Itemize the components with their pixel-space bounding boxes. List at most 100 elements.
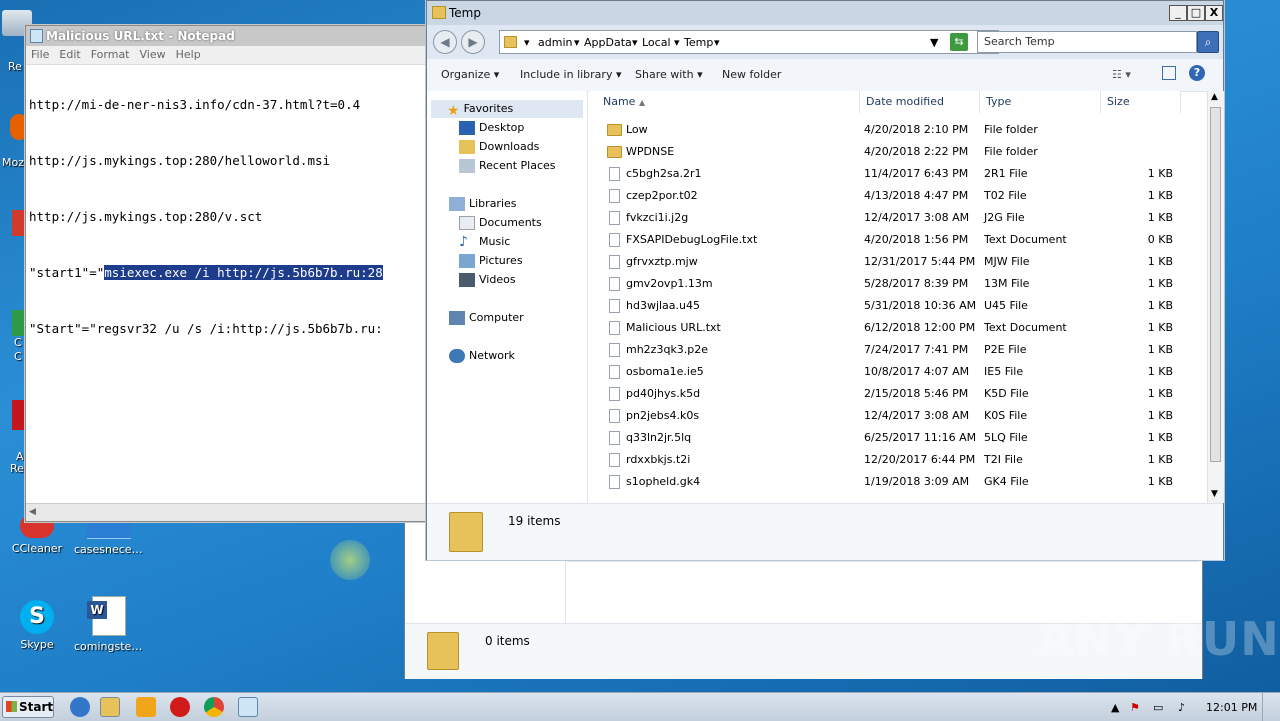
breadcrumb-appdata[interactable]: AppData bbox=[584, 36, 632, 49]
file-name: WPDNSE bbox=[626, 145, 675, 158]
file-row[interactable]: Malicious URL.txt 6/12/2018 12:00 PM Text … bbox=[589, 317, 1205, 339]
column-header-name[interactable]: Name ▲ bbox=[589, 91, 860, 113]
notepad-horizontal-scrollbar[interactable]: ◀ bbox=[26, 503, 426, 521]
back-button[interactable]: ◀ bbox=[433, 30, 457, 54]
maximize-button[interactable]: □ bbox=[1187, 5, 1205, 21]
nav-desktop[interactable]: Desktop bbox=[459, 119, 524, 137]
refresh-icon[interactable]: ⇆ bbox=[950, 33, 968, 51]
start-button[interactable]: Start bbox=[2, 696, 54, 718]
desktop-edge-icon-c1[interactable] bbox=[0, 206, 26, 256]
nav-computer[interactable]: Computer bbox=[449, 309, 524, 327]
desktop-icon-comingsteel[interactable]: W comingsteel... bbox=[74, 596, 144, 653]
file-row[interactable]: FXSAPIDebugLogFile.txt 4/20/2018 1:56 PM T… bbox=[589, 229, 1205, 251]
menu-help[interactable]: Help bbox=[171, 46, 206, 63]
file-row[interactable]: hd3wjlaa.u45 5/31/2018 10:36 AM U45 File 1 … bbox=[589, 295, 1205, 317]
breadcrumb-admin[interactable]: admin bbox=[538, 36, 572, 49]
nav-recent-places[interactable]: Recent Places bbox=[459, 157, 556, 175]
desktop-edge-icon-re[interactable]: Re bbox=[0, 4, 32, 74]
search-input[interactable]: Search Temp bbox=[977, 31, 1197, 53]
media-player-icon[interactable] bbox=[136, 697, 156, 717]
column-header-size[interactable]: Size bbox=[1101, 91, 1181, 113]
nav-network[interactable]: Network bbox=[449, 347, 515, 365]
nav-downloads[interactable]: Downloads bbox=[459, 138, 539, 156]
file-row[interactable]: gmv2ovp1.13m 5/28/2017 8:39 PM 13M File 1 K… bbox=[589, 273, 1205, 295]
minimize-button[interactable]: _ bbox=[1169, 5, 1187, 21]
file-row[interactable]: fvkzci1i.j2g 12/4/2017 3:08 AM J2G File 1 K… bbox=[589, 207, 1205, 229]
explorer-titlebar[interactable]: Temp _ □ X bbox=[427, 1, 1223, 25]
file-explorer-taskbar-icon[interactable] bbox=[100, 697, 120, 717]
notepad-window[interactable]: Malicious URL.txt - Notepad File Edit Form… bbox=[25, 25, 427, 522]
file-row[interactable]: Low 4/20/2018 2:10 PM File folder bbox=[589, 119, 1205, 141]
forward-button[interactable]: ▶ bbox=[461, 30, 485, 54]
file-row[interactable]: czep2por.t02 4/13/2018 4:47 PM T02 File 1 K… bbox=[589, 185, 1205, 207]
column-header-date-modified[interactable]: Date modified bbox=[860, 91, 980, 113]
notepad-taskbar-icon[interactable] bbox=[238, 697, 258, 717]
file-list-vertical-scrollbar[interactable]: ▲ ▼ bbox=[1207, 91, 1224, 503]
network-tray-icon[interactable]: ▭ bbox=[1153, 701, 1163, 714]
scroll-up-arrow-icon[interactable]: ▲ bbox=[1211, 92, 1218, 102]
menu-format[interactable]: Format bbox=[86, 46, 135, 63]
file-row[interactable]: q33ln2jr.5lq 6/25/2017 11:16 AM 5LQ File 1 … bbox=[589, 427, 1205, 449]
nav-documents[interactable]: Documents bbox=[459, 214, 542, 232]
volume-icon[interactable]: ♪ bbox=[1178, 701, 1185, 714]
view-options-icon[interactable]: ☷ ▾ bbox=[1112, 68, 1131, 81]
desktop-icon-skype[interactable]: S Skype bbox=[2, 600, 72, 651]
nav-favorites[interactable]: ★ Favorites bbox=[431, 100, 583, 119]
clock[interactable]: 12:01 PM bbox=[1206, 701, 1257, 714]
notepad-text-area[interactable]: http://mi-de-ner-nis3.info/cdn-37.html?t… bbox=[29, 66, 426, 503]
breadcrumb-separator-icon[interactable]: ▾ bbox=[574, 36, 580, 49]
chrome-icon[interactable] bbox=[204, 697, 224, 717]
file-row[interactable]: c5bgh2sa.2r1 11/4/2017 6:43 PM 2R1 File 1 K… bbox=[589, 163, 1205, 185]
chrome-icon bbox=[12, 310, 26, 336]
menu-edit[interactable]: Edit bbox=[54, 46, 85, 63]
show-hidden-icons-icon[interactable]: ▲ bbox=[1111, 701, 1119, 714]
menu-view[interactable]: View bbox=[135, 46, 171, 63]
scroll-left-arrow-icon[interactable]: ◀ bbox=[29, 507, 36, 517]
scroll-thumb[interactable] bbox=[1210, 107, 1221, 462]
file-row[interactable]: pn2jebs4.k0s 12/4/2017 3:08 AM K0S File 1 K… bbox=[589, 405, 1205, 427]
desktop-edge-icon-acrobat[interactable]: A Re bbox=[0, 398, 26, 480]
nav-videos[interactable]: Videos bbox=[459, 271, 516, 289]
file-date: 12/4/2017 3:08 AM bbox=[864, 211, 970, 224]
share-with-button[interactable]: Share with ▾ bbox=[635, 68, 703, 81]
nav-libraries[interactable]: Libraries bbox=[449, 195, 517, 213]
search-icon[interactable]: ⌕ bbox=[1197, 31, 1219, 53]
file-row[interactable]: osboma1e.ie5 10/8/2017 4:07 AM IE5 File 1 K… bbox=[589, 361, 1205, 383]
new-folder-button[interactable]: New folder bbox=[722, 68, 781, 81]
nav-pictures[interactable]: Pictures bbox=[459, 252, 523, 270]
file-type: 5LQ File bbox=[984, 431, 1028, 444]
breadcrumb-separator-icon[interactable]: ▾ bbox=[714, 36, 720, 49]
address-history-dropdown-icon[interactable]: ▼ bbox=[930, 36, 938, 49]
action-center-flag-icon[interactable]: ⚑ bbox=[1130, 701, 1140, 714]
explorer-window-temp[interactable]: Temp _ □ X ◀ ▶ ▾ admin ▾ AppData ▾ Local… bbox=[426, 0, 1224, 560]
file-row[interactable]: pd40jhys.k5d 2/15/2018 5:46 PM K5D File 1 K… bbox=[589, 383, 1205, 405]
preview-pane-icon[interactable] bbox=[1162, 66, 1176, 80]
close-button[interactable]: X bbox=[1205, 5, 1223, 21]
wallpaper-accent bbox=[330, 540, 370, 580]
breadcrumb-separator-icon[interactable]: ▾ bbox=[674, 36, 680, 49]
internet-explorer-icon[interactable] bbox=[70, 697, 90, 717]
column-header-type[interactable]: Type bbox=[980, 91, 1101, 113]
file-size: 1 KB bbox=[1147, 211, 1173, 224]
show-desktop-button[interactable] bbox=[1262, 693, 1279, 721]
opera-icon[interactable] bbox=[170, 697, 190, 717]
nav-music[interactable]: ♪ Music bbox=[459, 233, 510, 251]
file-row[interactable]: rdxxbkjs.t2i 12/20/2017 6:44 PM T2I File 1 … bbox=[589, 449, 1205, 471]
include-in-library-button[interactable]: Include in library ▾ bbox=[520, 68, 621, 81]
breadcrumb-temp[interactable]: Temp bbox=[684, 36, 713, 49]
file-row[interactable]: s1opheld.gk4 1/19/2018 3:09 AM GK4 File 1 K… bbox=[589, 471, 1205, 493]
file-row[interactable]: mh2z3qk3.p2e 7/24/2017 7:41 PM P2E File 1 K… bbox=[589, 339, 1205, 361]
organize-button[interactable]: Organize ▾ bbox=[441, 68, 499, 81]
scroll-down-arrow-icon[interactable]: ▼ bbox=[1211, 489, 1218, 499]
file-row[interactable]: gfrvxztp.mjw 12/31/2017 5:44 PM MJW File 1 … bbox=[589, 251, 1205, 273]
breadcrumb-separator-icon[interactable]: ▾ bbox=[524, 36, 530, 49]
breadcrumb-separator-icon[interactable]: ▾ bbox=[632, 36, 638, 49]
menu-file[interactable]: File bbox=[26, 46, 54, 63]
address-bar[interactable]: ▾ admin ▾ AppData ▾ Local ▾ Temp ▾ ▼ ⇆ bbox=[499, 30, 999, 54]
notepad-titlebar[interactable]: Malicious URL.txt - Notepad bbox=[26, 26, 426, 46]
file-row[interactable]: WPDNSE 4/20/2018 2:22 PM File folder bbox=[589, 141, 1205, 163]
desktop-edge-icon-moz[interactable]: Moz bbox=[0, 112, 28, 172]
breadcrumb-local[interactable]: Local bbox=[642, 36, 671, 49]
desktop-edge-icon-c2[interactable]: C C bbox=[0, 306, 26, 382]
help-icon[interactable]: ? bbox=[1189, 65, 1205, 81]
